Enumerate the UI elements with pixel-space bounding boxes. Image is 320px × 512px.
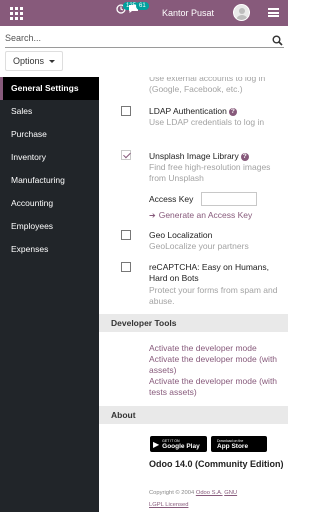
activate-developer-mode-link[interactable]: Activate the developer mode	[149, 343, 281, 354]
help-icon[interactable]: ?	[228, 108, 237, 116]
company-switcher[interactable]: Kantor Pusat	[162, 8, 214, 18]
play-store-icon: ▶	[153, 439, 160, 449]
sidebar-item-manufacturing[interactable]: Manufacturing	[0, 169, 99, 192]
geo-localization-description: GeoLocalize your partners	[149, 241, 249, 251]
options-dropdown[interactable]: Options	[5, 51, 64, 71]
license-link[interactable]: GNU	[224, 490, 237, 496]
access-key-label: Access Key	[149, 194, 194, 204]
sidebar-item-general-settings[interactable]: General Settings	[0, 77, 99, 100]
search-underline	[5, 47, 284, 48]
generate-access-key-link[interactable]: ➔ Generate an Access Key	[149, 210, 252, 220]
search-input[interactable]	[5, 33, 265, 43]
geo-localization-checkbox[interactable]	[121, 230, 131, 240]
copyright-info: Copyright © 2004 Odoo S.A. GNU LGPL Lice…	[149, 490, 238, 508]
access-key-input[interactable]	[201, 192, 257, 206]
sidebar-item-employees[interactable]: Employees	[0, 215, 99, 238]
messages-button[interactable]: 61	[128, 2, 149, 14]
activate-developer-mode-assets-link[interactable]: Activate the developer mode (with assets…	[149, 354, 281, 376]
grid-icon[interactable]	[10, 7, 23, 20]
license-link[interactable]: LGPL Licensed	[149, 502, 188, 508]
recaptcha-description: Protect your forms from spam and abuse.	[149, 285, 278, 306]
sidebar-item-sales[interactable]: Sales	[0, 100, 99, 123]
search-icon[interactable]	[272, 35, 283, 46]
settings-sidebar: General Settings Sales Purchase Inventor…	[0, 77, 99, 512]
top-navbar: 125 61 Kantor Pusat	[0, 0, 288, 26]
developer-tools-header: Developer Tools	[99, 314, 288, 332]
ldap-checkbox[interactable]	[121, 106, 131, 116]
app-store-badge[interactable]: Download on the App Store	[211, 436, 267, 452]
geo-localization-title: Geo Localization	[149, 230, 213, 240]
recaptcha-checkbox[interactable]	[121, 262, 131, 272]
ldap-description: Use LDAP credentials to log in	[149, 117, 265, 127]
messages-count-badge: 61	[136, 2, 149, 10]
ldap-title: LDAP Authentication?	[149, 106, 237, 117]
google-play-badge[interactable]: ▶ GET IT ON Google Play	[150, 436, 207, 452]
sidebar-item-purchase[interactable]: Purchase	[0, 123, 99, 146]
sidebar-item-expenses[interactable]: Expenses	[0, 238, 99, 261]
activate-developer-mode-tests-link[interactable]: Activate the developer mode (with tests …	[149, 376, 281, 398]
settings-content: Use external accounts to log in (Google,…	[99, 77, 288, 512]
company-link[interactable]: Odoo S.A.	[196, 490, 223, 496]
help-icon[interactable]: ?	[240, 153, 249, 161]
caret-down-icon	[49, 59, 56, 63]
options-label: Options	[13, 56, 45, 66]
sidebar-item-inventory[interactable]: Inventory	[0, 146, 99, 169]
about-header: About	[99, 406, 288, 424]
user-avatar[interactable]	[233, 4, 250, 21]
unsplash-title: Unsplash Image Library?	[149, 151, 249, 162]
search-bar	[0, 26, 288, 50]
version-info: Odoo 14.0 (Community Edition)	[149, 459, 284, 469]
recaptcha-title: reCAPTCHA: Easy on Humans, Hard on Bots	[149, 262, 269, 283]
unsplash-description: Find free high-resolution images from Un…	[149, 162, 271, 183]
hamburger-icon[interactable]	[268, 8, 279, 17]
sidebar-item-accounting[interactable]: Accounting	[0, 192, 99, 215]
control-panel: Options	[0, 50, 288, 74]
arrow-right-icon: ➔	[149, 211, 156, 220]
oauth-description: Use external accounts to log in (Google,…	[149, 77, 266, 94]
unsplash-checkbox[interactable]	[121, 150, 131, 160]
